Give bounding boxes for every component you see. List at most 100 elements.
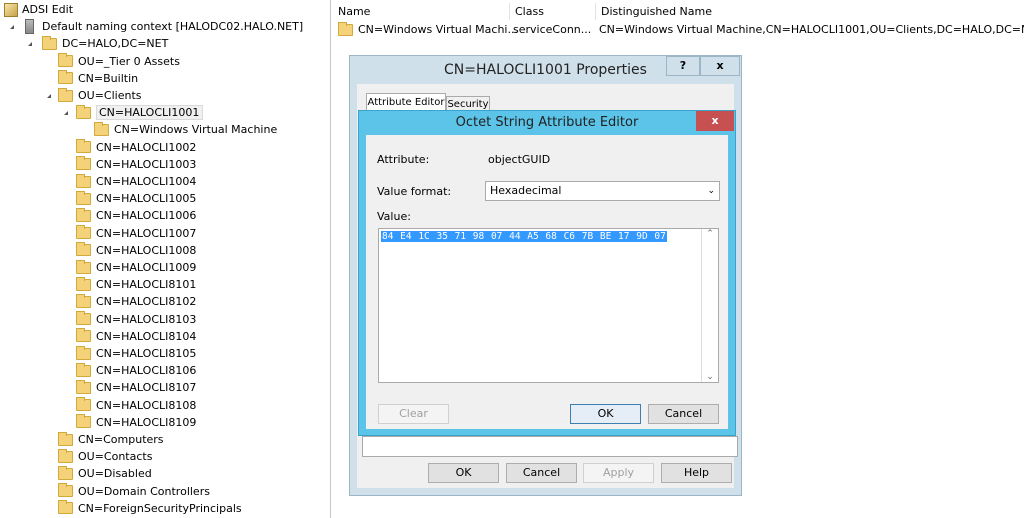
value-format-select[interactable]: Hexadecimal ⌄	[485, 181, 720, 201]
tree-item[interactable]: CN=HALOCLI8101	[76, 276, 196, 293]
help-button[interactable]: ?	[666, 56, 700, 76]
expander-icon[interactable]	[10, 25, 14, 30]
value-format-selected: Hexadecimal	[490, 184, 562, 197]
tree-item[interactable]: CN=ForeignSecurityPrincipals	[58, 500, 242, 517]
tree-item-label: CN=HALOCLI8108	[96, 398, 197, 412]
tree-item[interactable]: ADSI Edit	[4, 1, 73, 18]
folder-icon	[42, 35, 57, 50]
tab-panel	[362, 436, 738, 457]
tree-item[interactable]: CN=HALOCLI1002	[76, 139, 196, 156]
server-icon	[25, 19, 34, 35]
adsi-edit-icon	[4, 2, 18, 17]
tree-item[interactable]: CN=HALOCLI1001	[76, 104, 204, 121]
value-format-label: Value format:	[377, 185, 452, 198]
folder-icon	[76, 225, 91, 240]
octet-string-editor-dialog: Octet String Attribute Editor x Attribut…	[358, 110, 736, 436]
tree-item[interactable]: CN=HALOCLI1006	[76, 207, 196, 224]
tree-item[interactable]: CN=HALOCLI1004	[76, 173, 196, 190]
tree-item[interactable]: CN=HALOCLI1009	[76, 259, 196, 276]
tree-item-label: Default naming context [HALODC02.HALO.NE…	[42, 20, 304, 34]
folder-icon	[76, 259, 91, 274]
tree-item[interactable]: CN=HALOCLI1003	[76, 156, 196, 173]
tree-item[interactable]: OU=Domain Controllers	[58, 483, 210, 500]
tree-item[interactable]: CN=HALOCLI8109	[76, 414, 196, 431]
tree-item[interactable]: CN=Windows Virtual Machine	[94, 121, 277, 138]
folder-icon	[58, 483, 73, 498]
folder-icon	[58, 87, 73, 102]
list-item-class: serviceConn...	[513, 23, 592, 36]
attribute-label: Attribute:	[377, 153, 430, 166]
tree-item-label: CN=HALOCLI1008	[96, 243, 197, 257]
octet-title: Octet String Attribute Editor	[455, 115, 639, 130]
tree-item[interactable]: CN=HALOCLI8108	[76, 397, 196, 414]
cancel-button[interactable]: Cancel	[506, 463, 577, 483]
list-pane: Name Class Distinguished Name CN=Windows…	[333, 0, 1024, 40]
folder-icon	[58, 448, 73, 463]
tree-item-label: CN=HALOCLI1007	[96, 226, 197, 240]
expander-icon[interactable]	[47, 94, 51, 98]
tree-item[interactable]: Default naming context [HALODC02.HALO.NE…	[25, 18, 303, 35]
tree-item-label: CN=HALOCLI1006	[96, 209, 197, 223]
help-dialog-button[interactable]: Help	[661, 463, 732, 483]
tree-item[interactable]: OU=Clients	[58, 87, 142, 104]
tree-item-label: OU=_Tier 0 Assets	[78, 54, 180, 68]
octet-cancel-button[interactable]: Cancel	[648, 404, 719, 424]
tree-item[interactable]: CN=HALOCLI8107	[76, 379, 196, 396]
expander-icon[interactable]	[28, 42, 32, 47]
list-item[interactable]: CN=Windows Virtual Machi...	[338, 21, 518, 38]
tree-item-label: OU=Clients	[78, 89, 142, 102]
tree-item[interactable]: OU=Disabled	[58, 465, 152, 482]
tree-item-label: CN=HALOCLI8103	[96, 312, 197, 326]
value-textarea[interactable]: 84 E4 1C 35 71 98 07 44 A5 68 C6 7B BE 1…	[378, 228, 719, 383]
tree-item-label: CN=Computers	[78, 433, 164, 446]
column-header-name[interactable]: Name	[333, 3, 510, 20]
tree-item[interactable]: CN=HALOCLI1008	[76, 242, 196, 259]
tree-item-label: CN=HALOCLI8102	[96, 295, 197, 309]
folder-icon	[338, 21, 353, 36]
expander-icon[interactable]	[64, 111, 68, 116]
scroll-down-icon[interactable]: ⌄	[702, 372, 718, 382]
tree-item[interactable]: CN=HALOCLI8104	[76, 328, 196, 345]
tree-item[interactable]: CN=HALOCLI8102	[76, 293, 196, 310]
scrollbar[interactable]: ⌃ ⌄	[701, 229, 718, 382]
tree-item[interactable]: OU=Contacts	[58, 448, 152, 465]
folder-icon	[76, 328, 91, 343]
tree-item-label: CN=HALOCLI8106	[96, 364, 197, 378]
apply-button[interactable]: Apply	[583, 463, 654, 483]
tree-item[interactable]: CN=HALOCLI8103	[76, 311, 196, 328]
tree-item[interactable]: CN=HALOCLI8105	[76, 345, 196, 362]
scroll-up-icon[interactable]: ⌃	[702, 229, 718, 239]
tree-item-label: CN=HALOCLI8109	[96, 415, 197, 429]
tree-item[interactable]: CN=HALOCLI8106	[76, 362, 196, 379]
clear-button[interactable]: Clear	[378, 404, 449, 424]
folder-icon	[76, 190, 91, 205]
octet-close-button[interactable]: x	[696, 111, 734, 131]
folder-icon	[76, 345, 91, 360]
octet-ok-button[interactable]: OK	[570, 404, 641, 424]
tree-item-label: CN=HALOCLI1001	[96, 105, 204, 121]
folder-icon	[58, 465, 73, 480]
folder-icon	[76, 207, 91, 222]
ok-button[interactable]: OK	[428, 463, 499, 483]
column-header-class[interactable]: Class	[510, 3, 596, 20]
folder-icon	[58, 500, 73, 515]
tree-item-label: CN=HALOCLI8105	[96, 347, 197, 360]
folder-icon	[76, 104, 91, 119]
close-button[interactable]: x	[700, 56, 740, 76]
list-item-dn: CN=Windows Virtual Machine,CN=HALOCLI100…	[599, 23, 1024, 36]
tree-item-label: CN=HALOCLI1004	[96, 175, 197, 188]
tree-pane[interactable]: ADSI Edit Default naming context [HALODC0…	[0, 0, 331, 518]
tree-item[interactable]: CN=Builtin	[58, 70, 138, 87]
tree-item-label: DC=HALO,DC=NET	[62, 37, 169, 51]
column-header-dn[interactable]: Distinguished Name	[596, 3, 1024, 20]
tree-item[interactable]: CN=HALOCLI1005	[76, 190, 196, 207]
folder-icon	[76, 276, 91, 291]
tree-item[interactable]: CN=HALOCLI1007	[76, 225, 196, 242]
tree-item-label: OU=Contacts	[78, 450, 153, 464]
tree-item[interactable]: CN=Computers	[58, 431, 164, 448]
tree-item-label: ADSI Edit	[22, 3, 74, 16]
tree-item[interactable]: OU=_Tier 0 Assets	[58, 53, 180, 70]
tree-item[interactable]: DC=HALO,DC=NET	[42, 35, 168, 52]
tree-item-label: CN=HALOCLI8107	[96, 381, 197, 395]
folder-icon	[76, 379, 91, 394]
